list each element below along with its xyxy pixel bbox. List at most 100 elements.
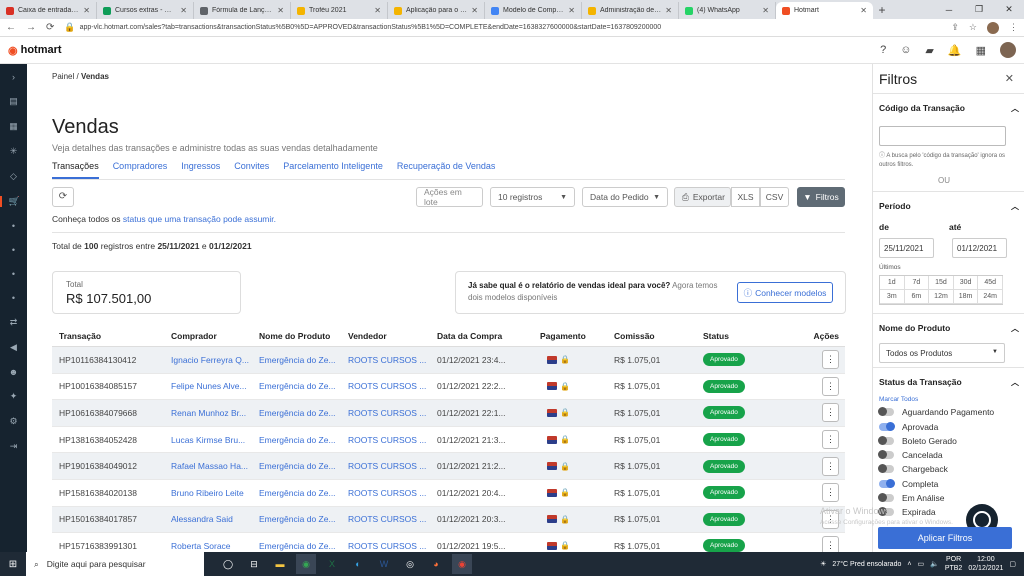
select-all-link[interactable]: Marcar Todos [879, 396, 1019, 403]
buyer-link[interactable]: Rafael Massao Ha... [164, 461, 252, 471]
records-per-page-select[interactable]: 10 registros ▼ [490, 187, 575, 207]
buyer-link[interactable]: Roberta Sorace [164, 541, 252, 551]
taskbar-search[interactable]: ⌕ Digite aqui para pesquisar [26, 552, 204, 576]
close-tab-icon[interactable]: ✕ [762, 6, 769, 15]
close-tab-icon[interactable]: ✕ [83, 6, 90, 15]
chrome-icon[interactable]: ◉ [296, 554, 316, 574]
seller-link[interactable]: ROOTS CURSOS ... [341, 355, 430, 365]
refresh-button[interactable]: ⟳ [52, 187, 74, 207]
status-toggle[interactable] [878, 493, 894, 503]
export-csv-button[interactable]: CSV [760, 187, 789, 207]
column-header[interactable]: Comissão [607, 331, 696, 341]
column-header[interactable]: Pagamento [533, 331, 607, 341]
dashboard-icon[interactable]: ▤ [0, 96, 27, 107]
bell-icon[interactable]: 🔔 [948, 44, 962, 57]
status-item[interactable]: Completa [879, 478, 1019, 489]
transaction-id[interactable]: HP10116384130412 [52, 355, 164, 365]
apps-grid-icon[interactable]: ▦ [976, 44, 986, 57]
forward-icon[interactable]: → [26, 22, 36, 33]
box-icon[interactable]: ◇ [0, 171, 27, 182]
close-tab-icon[interactable]: ✕ [568, 6, 575, 15]
column-header[interactable]: Status [696, 331, 795, 341]
table-row[interactable]: HP10016384085157 Felipe Nunes Alve... Emer… [52, 374, 845, 401]
product-link[interactable]: Emergência do Ze... [252, 408, 341, 418]
row-actions-button[interactable]: ⋮ [822, 376, 839, 396]
buyer-link[interactable]: Bruno Ribeiro Leite [164, 488, 252, 498]
transaction-id[interactable]: HP13816384052428 [52, 435, 164, 445]
network-icon[interactable]: ▭ [917, 560, 924, 568]
seller-link[interactable]: ROOTS CURSOS ... [341, 514, 430, 524]
buyer-link[interactable]: Renan Munhoz Br... [164, 408, 252, 418]
star-icon[interactable]: ☆ [969, 22, 977, 33]
megaphone-icon[interactable]: ◀ [0, 342, 27, 353]
range-30d[interactable]: 30d [953, 276, 979, 290]
range-45d[interactable]: 45d [978, 276, 1003, 290]
users-icon[interactable]: ☻ [0, 367, 27, 377]
browser-tab[interactable]: Caixa de entrada (269...✕ [0, 2, 97, 19]
know-models-button[interactable]: ⓘ Conhecer modelos [737, 282, 833, 303]
status-item[interactable]: Chargeback [878, 464, 1019, 474]
range-6m[interactable]: 6m [904, 290, 930, 304]
avatar[interactable] [1000, 42, 1016, 58]
column-header[interactable]: Nome do Produto [252, 331, 341, 341]
reload-icon[interactable]: ⟳ [46, 22, 54, 33]
seller-link[interactable]: ROOTS CURSOS ... [341, 435, 430, 445]
bulk-actions-button[interactable]: Ações em lote [416, 187, 483, 207]
close-window-icon[interactable]: ✕ [994, 4, 1024, 15]
maximize-icon[interactable]: ❐ [964, 4, 994, 15]
swap-icon[interactable]: ⇄ [0, 317, 27, 328]
weather-text[interactable]: 27°C Pred ensolarado [832, 561, 901, 568]
dot-icon[interactable]: • [0, 221, 27, 231]
firefox-icon[interactable]: ◕ [426, 554, 446, 574]
product-link[interactable]: Emergência do Ze... [252, 355, 341, 365]
chat-icon[interactable]: ▰ [925, 44, 933, 57]
clock[interactable]: 12:00 02/12/2021 [968, 555, 1003, 573]
word-icon[interactable]: W [374, 554, 394, 574]
column-header[interactable]: Vendedor [341, 331, 430, 341]
buyer-link[interactable]: Alessandra Said [164, 514, 252, 524]
file-explorer-icon[interactable]: ▬ [270, 554, 290, 574]
widgets-icon[interactable]: ⊟ [244, 554, 264, 574]
browser-tab[interactable]: Aplicação para o Trofé... ✕ [388, 2, 485, 19]
status-toggle[interactable] [879, 421, 895, 431]
network-icon[interactable]: ✳ [0, 146, 27, 157]
back-icon[interactable]: ← [6, 22, 16, 33]
menu-dots-icon[interactable]: ⋮ [1009, 22, 1018, 33]
close-tab-icon[interactable]: ✕ [665, 6, 672, 15]
product-select[interactable]: Todos os Produtos ▼ [879, 343, 1005, 363]
status-item[interactable]: Em Análise [878, 493, 1019, 503]
table-row[interactable]: HP10116384130412 Ignacio Ferreyra Q... Eme… [52, 347, 845, 374]
buyer-link[interactable]: Felipe Nunes Alve... [164, 381, 252, 391]
browser-tab[interactable]: Troféu 2021 ✕ [291, 2, 388, 19]
status-toggle[interactable] [879, 478, 895, 488]
notifications-icon[interactable]: ▢ [1009, 560, 1016, 568]
smile-icon[interactable]: ☺ [900, 44, 911, 56]
help-icon[interactable]: ? [880, 44, 886, 56]
seller-link[interactable]: ROOTS CURSOS ... [341, 381, 430, 391]
task-view-icon[interactable]: ◯ [218, 554, 238, 574]
close-tab-icon[interactable]: ✕ [374, 6, 381, 15]
table-row[interactable]: HP19016384049012 Rafael Massao Ha... Emerg… [52, 453, 845, 480]
product-link[interactable]: Emergência do Ze... [252, 435, 341, 445]
close-tab-icon[interactable]: ✕ [471, 6, 478, 15]
browser-tab[interactable]: Fórmula de Lançamen... ✕ [194, 2, 291, 19]
browser-tab[interactable]: (4) WhatsApp ✕ [679, 2, 776, 19]
chevron-up-icon[interactable]: ︿ [1011, 103, 1019, 114]
table-row[interactable]: HP13816384052428 Lucas Kirmse Bru... Emerg… [52, 427, 845, 454]
range-24m[interactable]: 24m [978, 290, 1003, 304]
table-row[interactable]: HP15016384017857 Alessandra Said Emergênci… [52, 506, 845, 534]
minimize-icon[interactable]: ─ [934, 5, 964, 15]
dot-icon[interactable]: • [0, 293, 27, 303]
seller-link[interactable]: ROOTS CURSOS ... [341, 541, 430, 551]
cart-icon[interactable]: 🛒 [0, 196, 27, 207]
keyboard-layout[interactable]: POR PTB2 [945, 555, 963, 573]
product-link[interactable]: Emergência do Ze... [252, 381, 341, 391]
close-tab-icon[interactable]: ✕ [180, 6, 187, 15]
column-header[interactable]: Comprador [164, 331, 252, 341]
url-field[interactable]: 🔒 app-vlc.hotmart.com/sales?tab=transact… [64, 22, 941, 33]
product-link[interactable]: Emergência do Ze... [252, 541, 341, 551]
transaction-id[interactable]: HP10616384079668 [52, 408, 164, 418]
product-link[interactable]: Emergência do Ze... [252, 488, 341, 498]
share-icon[interactable]: ⇪ [951, 22, 959, 33]
browser-tab[interactable]: Administração de do... ✕ [582, 2, 679, 19]
